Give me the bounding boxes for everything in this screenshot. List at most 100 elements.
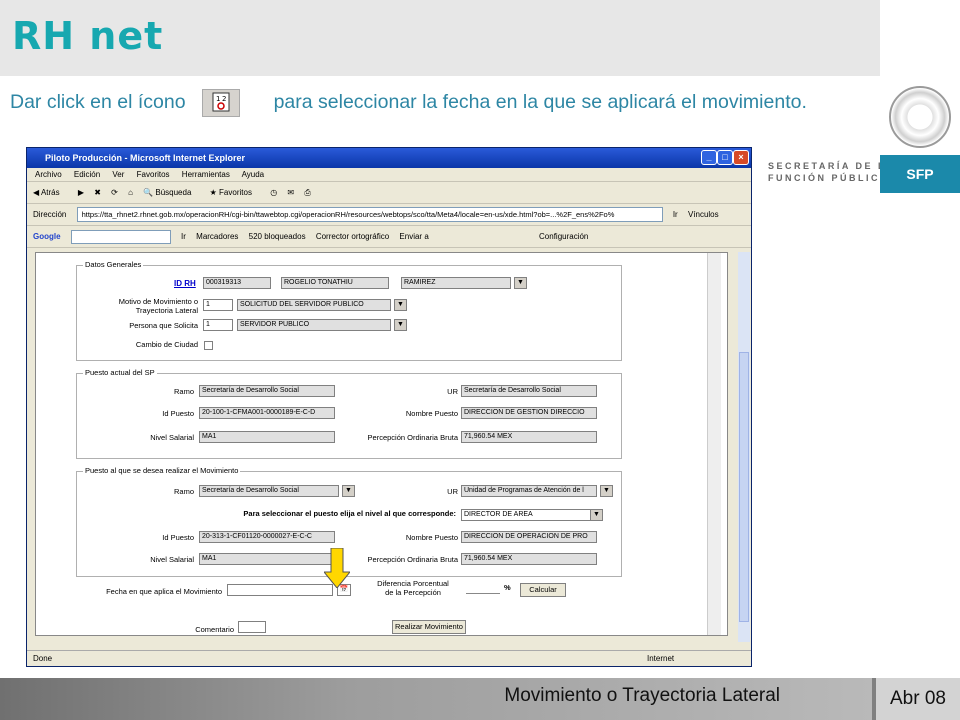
go-button[interactable]: Ir [673,210,678,219]
menu-ver[interactable]: Ver [112,170,124,179]
persona-dropdown[interactable]: ▼ [394,319,407,331]
popup-blocked[interactable]: 520 bloqueados [249,232,306,241]
calcular-button[interactable]: Calcular [520,583,566,597]
bookmarks-button[interactable]: Marcadores [196,232,238,241]
nuevo-ur-dropdown[interactable]: ▼ [600,485,613,497]
nuevo-idp-label: Id Puesto [162,533,194,542]
nuevo-ur-field[interactable]: Unidad de Programas de Atención de l [461,485,597,497]
stop-icon[interactable]: ✖ [94,188,101,197]
motivo-label: Motivo de Movimiento o Trayectoria Latera… [106,297,198,315]
page-title: RH net [12,14,164,58]
footer-title: Movimiento o Trayectoria Lateral [504,685,780,706]
mail-icon[interactable]: ✉ [287,188,294,197]
google-go-button[interactable]: Ir [181,232,186,241]
status-done: Done [33,654,53,663]
comentario-field[interactable] [238,621,266,633]
sfp-logo: SFP [880,155,960,193]
motivo-dropdown[interactable]: ▼ [394,299,407,311]
persona-code-field[interactable]: 1 [203,319,233,331]
menu-ayuda[interactable]: Ayuda [242,170,265,179]
nuevo-nivel-label: Nivel Salarial [150,555,194,564]
back-label: Atrás [40,188,60,197]
instruction-before: Dar click en el ícono [10,91,186,113]
google-toolbar: Google Ir Marcadores 520 bloqueados Corr… [27,226,751,248]
motivo-field[interactable]: SOLICITUD DEL SERVIDOR PUBLICO [237,299,391,311]
maximize-button[interactable]: □ [717,150,733,165]
nuevo-nivel-field[interactable]: MA1 [199,553,335,565]
svg-text:2: 2 [222,95,226,103]
apellido-field[interactable]: RAMIREZ [401,277,511,289]
fecha-input[interactable] [227,584,333,596]
menu-bar: Archivo Edición Ver Favoritos Herramient… [27,168,751,182]
refresh-icon[interactable]: ⟳ [111,188,118,197]
spellcheck-button[interactable]: Corrector ortográfico [316,232,389,241]
actual-ur-field[interactable]: Secretaría de Desarrollo Social [461,385,597,397]
menu-edicion[interactable]: Edición [74,170,100,179]
status-bar: Done Internet [27,650,751,666]
actual-ramo-field[interactable]: Secretaría de Desarrollo Social [199,385,335,397]
history-icon[interactable]: ◷ [270,188,277,197]
menu-favoritos[interactable]: Favoritos [137,170,170,179]
browser-titlebar: Piloto Producción - Microsoft Internet E… [27,148,751,168]
nuevo-nombre-field[interactable]: DIRECCION DE OPERACION DE PRO [461,531,597,543]
scroll-thumb[interactable] [739,352,749,622]
nuevo-ramo-field[interactable]: Secretaría de Desarrollo Social [199,485,339,497]
favorites-label: Favoritos [219,188,252,197]
actual-perc-field[interactable]: 71,960.54 MEX [461,431,597,443]
instruction-text: Dar click en el ícono 1 2 para seleccionar … [10,88,856,117]
realizar-movimiento-button[interactable]: Realizar Movimiento [392,620,466,634]
nivel-dropdown[interactable]: ▼ [590,509,603,521]
google-search-input[interactable] [70,229,171,244]
outer-scrollbar[interactable] [738,252,750,642]
forward-button[interactable]: ▶ [78,188,84,197]
actual-idp-label: Id Puesto [162,409,194,418]
browser-window: Piloto Producción - Microsoft Internet E… [26,147,752,667]
calendar-icon: 12 [201,88,240,117]
actual-ramo-label: Ramo [173,387,194,396]
nuevo-perc-field[interactable]: 71,960.54 MEX [461,553,597,565]
persona-field[interactable]: SERVIDOR PUBLICO [237,319,391,331]
secretaria-line1: SECRETARÍA DE LA [768,161,896,171]
datos-legend: Datos Generales [83,260,144,269]
nuevo-idp-field[interactable]: 20-313-1-CF01120-0000027-E-C-C [199,531,335,543]
slide: RH net Dar click en el ícono 1 2 para selec… [0,0,960,720]
nuevo-ramo-label: Ramo [173,487,194,496]
back-button[interactable]: ◀ Atrás [33,188,68,197]
menu-archivo[interactable]: Archivo [35,170,62,179]
footer-bar: Movimiento o Trayectoria Lateral Abr 08 [0,678,960,720]
svg-text:1: 1 [216,95,220,103]
id-rh-link[interactable]: ID RH [174,279,196,288]
diferencia-label-2: de la Percepción [385,588,441,597]
instruction-after: para seleccionar la fecha en la que se a… [273,91,807,113]
minimize-button[interactable]: _ [701,150,717,165]
close-button[interactable]: × [733,150,749,165]
actual-nivel-field[interactable]: MA1 [199,431,335,443]
fecha-label: Fecha en que aplica el Movimiento [106,587,222,596]
nombre-field[interactable]: ROGELIO TONATHIU [281,277,389,289]
inner-scrollbar[interactable] [707,253,721,635]
ciudad-label: Cambio de Ciudad [135,340,198,349]
nuevo-ramo-dropdown[interactable]: ▼ [342,485,355,497]
menu-herramientas[interactable]: Herramientas [182,170,230,179]
diferencia-field[interactable] [466,591,500,594]
send-to-button[interactable]: Enviar a [399,232,428,241]
id-rh-field[interactable]: 000319313 [203,277,271,289]
nuevo-perc-label: Percepción Ordinaria Bruta [367,555,458,564]
address-input[interactable]: https://tta_rhnet2.rhnet.gob.mx/operacio… [76,207,663,223]
print-icon[interactable]: ⎙ [304,188,310,197]
search-button[interactable]: 🔍 Búsqueda [143,188,199,197]
links-label[interactable]: Vínculos [688,210,719,219]
home-icon[interactable]: ⌂ [128,188,133,197]
apellido-dropdown[interactable]: ▼ [514,277,527,289]
comentario-label: Comentario [195,625,234,634]
settings-button[interactable]: Configuración [539,232,588,241]
ciudad-checkbox[interactable] [204,341,213,350]
nivel-select[interactable]: DIRECTOR DE AREA [461,509,591,521]
motivo-label-2: Trayectoria Lateral [135,306,198,315]
diferencia-label-1: Diferencia Porcentual [377,579,449,588]
actual-idp-field[interactable]: 20-100-1-CFMA001-0000189-E-C-D [199,407,335,419]
actual-nombre-field[interactable]: DIRECCION DE GESTION DIRECCIO [461,407,597,419]
favorites-button[interactable]: ★ Favoritos [210,188,260,197]
motivo-code-field[interactable]: 1 [203,299,233,311]
nuevo-nombre-label: Nombre Puesto [405,533,458,542]
